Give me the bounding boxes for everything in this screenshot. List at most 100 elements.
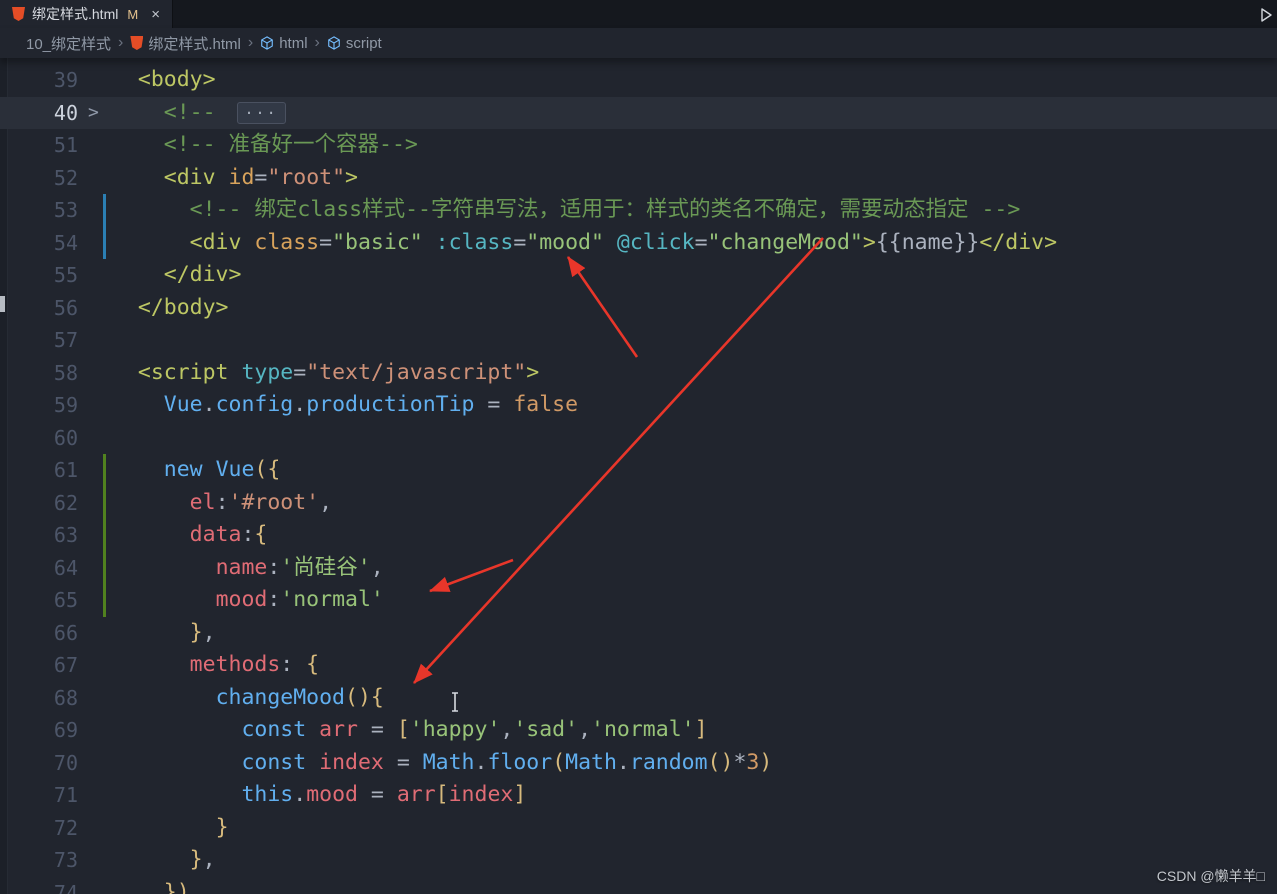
code-editor[interactable]: 39 <body>40> <!-- ···51 <!-- 准备好一个容器-->5… bbox=[0, 58, 1277, 894]
code-token: > bbox=[345, 165, 358, 190]
code-token: = bbox=[319, 230, 332, 255]
code-line[interactable]: 74 }) bbox=[0, 877, 1277, 894]
line-number[interactable]: 57 bbox=[0, 324, 78, 357]
code-text: mood:'normal' bbox=[0, 584, 1277, 617]
line-number[interactable]: 60 bbox=[0, 422, 78, 455]
run-button[interactable] bbox=[1257, 6, 1275, 24]
code-line[interactable]: 54 <div class="basic" :class="mood" @cli… bbox=[0, 227, 1277, 260]
code-line[interactable]: 63 data:{ bbox=[0, 519, 1277, 552]
line-number[interactable]: 73 bbox=[0, 844, 78, 877]
code-line[interactable]: 40> <!-- ··· bbox=[0, 97, 1277, 130]
code-token: config bbox=[216, 392, 294, 417]
close-tab-icon[interactable]: × bbox=[151, 7, 160, 22]
breadcrumb-item-html-symbol[interactable]: html bbox=[260, 35, 307, 52]
code-text: <!-- 绑定class样式--字符串写法，适用于：样式的类名不确定，需要动态指… bbox=[0, 194, 1277, 227]
code-line[interactable]: 68 changeMood(){ bbox=[0, 682, 1277, 715]
code-token bbox=[306, 750, 319, 775]
code-token bbox=[306, 717, 319, 742]
breadcrumb-item-file[interactable]: 绑定样式.html bbox=[130, 33, 241, 54]
line-number[interactable]: 71 bbox=[0, 779, 78, 812]
line-number[interactable]: 69 bbox=[0, 714, 78, 747]
line-number[interactable]: 58 bbox=[0, 357, 78, 390]
code-token: <script bbox=[138, 360, 229, 385]
code-token: , bbox=[203, 847, 216, 872]
line-number[interactable]: 52 bbox=[0, 162, 78, 195]
code-token: > bbox=[863, 230, 876, 255]
code-token: 'sad' bbox=[513, 717, 578, 742]
line-number[interactable]: 74 bbox=[0, 877, 78, 894]
code-line[interactable]: 72 } bbox=[0, 812, 1277, 845]
line-number[interactable]: 56 bbox=[0, 292, 78, 325]
code-token: , bbox=[371, 555, 384, 580]
code-token: : bbox=[267, 587, 280, 612]
git-gutter-added-bar bbox=[103, 584, 106, 617]
code-token: [ bbox=[397, 717, 410, 742]
code-line[interactable]: 62 el:'#root', bbox=[0, 487, 1277, 520]
code-line[interactable]: 66 }, bbox=[0, 617, 1277, 650]
code-line[interactable]: 51 <!-- 准备好一个容器--> bbox=[0, 129, 1277, 162]
code-token: . bbox=[293, 782, 306, 807]
code-line[interactable]: 56 </body> bbox=[0, 292, 1277, 325]
code-line[interactable]: 58 <script type="text/javascript"> bbox=[0, 357, 1277, 390]
code-text: }, bbox=[0, 617, 1277, 650]
line-number[interactable]: 67 bbox=[0, 649, 78, 682]
code-token: 'normal' bbox=[280, 587, 384, 612]
line-number[interactable]: 39 bbox=[0, 64, 78, 97]
code-token: (){ bbox=[345, 685, 384, 710]
code-line[interactable]: 69 const arr = ['happy','sad','normal'] bbox=[0, 714, 1277, 747]
line-number[interactable]: 72 bbox=[0, 812, 78, 845]
code-token: , bbox=[500, 717, 513, 742]
code-token: type bbox=[241, 360, 293, 385]
code-line[interactable]: 71 this.mood = arr[index] bbox=[0, 779, 1277, 812]
breadcrumb: 10_绑定样式 › 绑定样式.html › html › script bbox=[0, 28, 1277, 58]
fold-chevron-icon[interactable]: > bbox=[88, 97, 99, 130]
code-token: , bbox=[578, 717, 591, 742]
code-line[interactable]: 52 <div id="root"> bbox=[0, 162, 1277, 195]
line-number[interactable]: 65 bbox=[0, 584, 78, 617]
folded-code-badge[interactable]: ··· bbox=[237, 102, 286, 124]
code-line[interactable]: 60 bbox=[0, 422, 1277, 455]
line-number[interactable]: 54 bbox=[0, 227, 78, 260]
breadcrumb-item-script-symbol[interactable]: script bbox=[327, 35, 382, 52]
code-line[interactable]: 65 mood:'normal' bbox=[0, 584, 1277, 617]
breadcrumb-folder-label: 10_绑定样式 bbox=[26, 33, 111, 54]
code-token: arr bbox=[319, 717, 358, 742]
code-token bbox=[241, 230, 254, 255]
tab-title: 绑定样式.html bbox=[32, 4, 118, 24]
code-line[interactable]: 70 const index = Math.floor(Math.random(… bbox=[0, 747, 1277, 780]
code-line[interactable]: 53 <!-- 绑定class样式--字符串写法，适用于：样式的类名不确定，需要… bbox=[0, 194, 1277, 227]
code-line[interactable]: 67 methods: { bbox=[0, 649, 1277, 682]
line-number[interactable]: 61 bbox=[0, 454, 78, 487]
line-number[interactable]: 68 bbox=[0, 682, 78, 715]
line-number[interactable]: 64 bbox=[0, 552, 78, 585]
line-number[interactable]: 66 bbox=[0, 617, 78, 650]
code-line[interactable]: 59 Vue.config.productionTip = false bbox=[0, 389, 1277, 422]
git-gutter-added-bar bbox=[103, 519, 106, 552]
code-line[interactable]: 57 bbox=[0, 324, 1277, 357]
line-number[interactable]: 63 bbox=[0, 519, 78, 552]
line-number[interactable]: 62 bbox=[0, 487, 78, 520]
code-token: random bbox=[630, 750, 708, 775]
line-number[interactable]: 40 bbox=[0, 97, 78, 130]
code-line[interactable]: 61 new Vue({ bbox=[0, 454, 1277, 487]
code-token bbox=[203, 457, 216, 482]
code-line[interactable]: 64 name:'尚硅谷', bbox=[0, 552, 1277, 585]
code-line[interactable]: 55 </div> bbox=[0, 259, 1277, 292]
code-token: ( bbox=[552, 750, 565, 775]
line-number[interactable]: 55 bbox=[0, 259, 78, 292]
code-token: @click bbox=[617, 230, 695, 255]
breadcrumb-separator-icon: › bbox=[315, 34, 320, 52]
symbol-cube-icon bbox=[327, 36, 341, 50]
line-number[interactable]: 59 bbox=[0, 389, 78, 422]
code-token: <body> bbox=[138, 67, 216, 92]
code-line[interactable]: 39 <body> bbox=[0, 64, 1277, 97]
line-number[interactable]: 70 bbox=[0, 747, 78, 780]
code-text: const arr = ['happy','sad','normal'] bbox=[0, 714, 1277, 747]
code-token: ] bbox=[695, 717, 708, 742]
editor-tab[interactable]: 绑定样式.html M × bbox=[0, 0, 173, 28]
code-line[interactable]: 73 }, bbox=[0, 844, 1277, 877]
line-number[interactable]: 51 bbox=[0, 129, 78, 162]
breadcrumb-item-folder[interactable]: 10_绑定样式 bbox=[26, 33, 111, 54]
code-token: ({ bbox=[254, 457, 280, 482]
line-number[interactable]: 53 bbox=[0, 194, 78, 227]
